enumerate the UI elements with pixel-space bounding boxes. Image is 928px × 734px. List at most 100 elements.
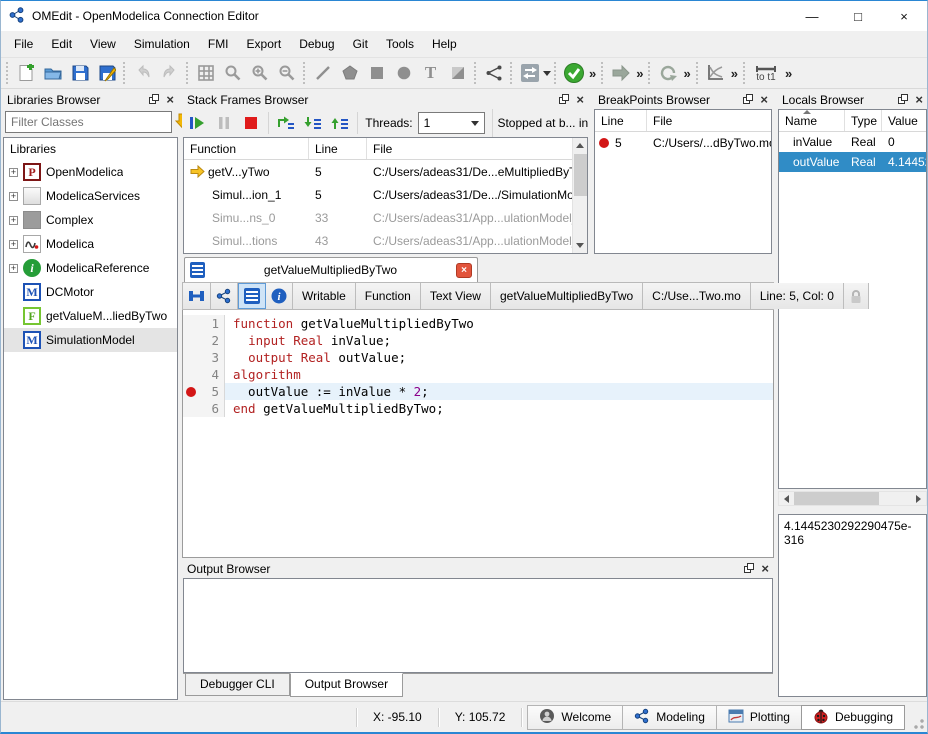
zoom-in-button[interactable] — [246, 60, 273, 86]
library-item-openmodelica[interactable]: + P OpenModelica — [4, 160, 177, 184]
filter-classes-input[interactable] — [5, 111, 172, 133]
expand-icon[interactable]: + — [9, 216, 18, 225]
menu-help[interactable]: Help — [423, 33, 466, 55]
resize-grip[interactable] — [911, 716, 925, 730]
redo-button[interactable] — [156, 60, 183, 86]
variable-value-box[interactable]: 4.1445230292290475e-316 — [778, 514, 927, 697]
save-as-button[interactable] — [93, 60, 120, 86]
library-item-dcmotor[interactable]: M DCMotor — [4, 280, 177, 304]
scrollbar-thumb[interactable] — [794, 492, 879, 505]
new-model-button[interactable] — [12, 60, 39, 86]
scroll-up-icon[interactable] — [576, 143, 584, 148]
output-content[interactable] — [183, 578, 773, 673]
toolbar-overflow-icon[interactable]: » — [681, 66, 692, 81]
local-variable-row[interactable]: inValue Real 0 — [779, 132, 926, 152]
perspective-welcome[interactable]: Welcome — [527, 705, 623, 730]
tab-output-browser[interactable]: Output Browser — [290, 673, 403, 697]
menu-simulation[interactable]: Simulation — [125, 33, 199, 55]
undo-button[interactable] — [129, 60, 156, 86]
perspective-modeling[interactable]: Modeling — [622, 705, 717, 730]
close-button[interactable]: × — [881, 1, 927, 31]
menu-fmi[interactable]: FMI — [199, 33, 238, 55]
maximize-button[interactable]: □ — [835, 1, 881, 31]
ellipse-shape-button[interactable] — [390, 60, 417, 86]
vertical-scrollbar[interactable] — [572, 138, 587, 253]
library-item-complex[interactable]: + Complex — [4, 208, 177, 232]
save-button[interactable] — [66, 60, 93, 86]
scroll-right-icon[interactable] — [916, 495, 921, 503]
column-file[interactable]: File — [647, 110, 771, 131]
code-editor[interactable]: 1 function getValueMultipliedByTwo 2 inp… — [182, 310, 774, 558]
library-item-getvaluemultipliedbytwo[interactable]: F getValueM...liedByTwo — [4, 304, 177, 328]
horizontal-scrollbar[interactable] — [778, 491, 927, 506]
exit-debugger-button[interactable] — [238, 111, 264, 135]
stack-frame-row[interactable]: getV...yTwo 5 C:/Users/adeas31/De...eMul… — [184, 160, 587, 183]
library-item-simulationmodel[interactable]: M SimulationModel — [4, 328, 177, 352]
expand-icon[interactable]: + — [9, 240, 18, 249]
expand-icon[interactable]: + — [9, 168, 18, 177]
column-type[interactable]: Type — [845, 110, 882, 131]
column-value[interactable]: Value — [882, 110, 926, 131]
toolbar-overflow-icon[interactable]: » — [634, 66, 645, 81]
float-dock-icon[interactable] — [743, 93, 753, 107]
library-item-modelicareference[interactable]: + i ModelicaReference — [4, 256, 177, 280]
menu-edit[interactable]: Edit — [42, 33, 81, 55]
scroll-down-icon[interactable] — [576, 243, 584, 248]
menu-export[interactable]: Export — [238, 33, 291, 55]
writable-button[interactable]: Writable — [293, 283, 356, 309]
close-tab-icon[interactable]: × — [456, 263, 472, 278]
scrollbar-thumb[interactable] — [574, 154, 587, 196]
stack-frame-row[interactable]: Simul...ion_1 5 C:/Users/adeas31/De.../S… — [184, 183, 587, 206]
menu-file[interactable]: File — [5, 33, 42, 55]
check-model-button[interactable] — [560, 60, 587, 86]
scroll-left-icon[interactable] — [784, 495, 789, 503]
menu-debug[interactable]: Debug — [290, 33, 343, 55]
perspective-plotting[interactable]: Plotting — [716, 705, 802, 730]
column-file[interactable]: File — [367, 138, 587, 159]
resume-button[interactable] — [184, 111, 210, 135]
transition-mode-button[interactable] — [516, 60, 543, 86]
minimize-button[interactable]: — — [789, 1, 835, 31]
plot-window-button[interactable] — [702, 60, 729, 86]
text-view-icon[interactable] — [238, 283, 266, 309]
re-simulate-button[interactable] — [654, 60, 681, 86]
documentation-info-icon[interactable]: i — [266, 283, 293, 309]
step-return-icon[interactable] — [327, 111, 353, 135]
stack-frame-row[interactable]: Simu...ns_0 33 C:/Users/adeas31/App...ul… — [184, 206, 587, 229]
float-dock-icon[interactable] — [149, 93, 159, 107]
polygon-shape-button[interactable] — [336, 60, 363, 86]
float-dock-icon[interactable] — [744, 562, 754, 576]
close-dock-icon[interactable]: × — [166, 94, 174, 106]
connect-mode-button[interactable] — [480, 60, 507, 86]
bitmap-shape-button[interactable] — [444, 60, 471, 86]
open-model-button[interactable] — [39, 60, 66, 86]
menu-view[interactable]: View — [81, 33, 125, 55]
connector-view-icon[interactable] — [183, 283, 211, 309]
zoom-out-button[interactable] — [273, 60, 300, 86]
library-item-modelica[interactable]: + Modelica — [4, 232, 177, 256]
line-shape-button[interactable] — [309, 60, 336, 86]
simulate-button[interactable] — [607, 60, 634, 86]
menu-tools[interactable]: Tools — [377, 33, 423, 55]
diagram-view-icon[interactable] — [211, 283, 238, 309]
text-shape-button[interactable]: T — [417, 60, 444, 86]
column-line[interactable]: Line — [309, 138, 367, 159]
toolbar-overflow-icon[interactable]: » — [587, 66, 598, 81]
close-dock-icon[interactable]: × — [760, 94, 768, 106]
step-over-icon[interactable] — [273, 111, 299, 135]
menu-git[interactable]: Git — [344, 33, 377, 55]
grid-button[interactable] — [192, 60, 219, 86]
breakpoint-row[interactable]: 5 C:/Users/...dByTwo.mo — [595, 132, 771, 154]
interactive-simulation-button[interactable]: to t1 — [749, 60, 783, 86]
float-dock-icon[interactable] — [898, 93, 908, 107]
float-dock-icon[interactable] — [559, 93, 569, 107]
library-item-modelicaservices[interactable]: + ModelicaServices — [4, 184, 177, 208]
expand-icon[interactable]: + — [9, 192, 18, 201]
toolbar-overflow-icon[interactable]: » — [783, 66, 794, 81]
column-name[interactable]: Name — [779, 110, 845, 131]
stack-frame-row[interactable]: Simul...tions 43 C:/Users/adeas31/App...… — [184, 229, 587, 252]
close-dock-icon[interactable]: × — [576, 94, 584, 106]
toolbar-overflow-icon[interactable]: » — [729, 66, 740, 81]
tab-debugger-cli[interactable]: Debugger CLI — [185, 674, 290, 696]
step-into-icon[interactable] — [300, 111, 326, 135]
